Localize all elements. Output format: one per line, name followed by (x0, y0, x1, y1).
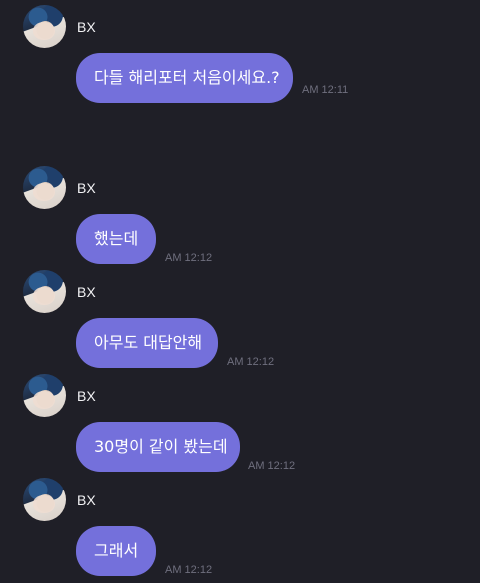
chat-thread: BX 다들 해리포터 처음이세요.? AM 12:11 BX 했는데 AM 12… (0, 0, 480, 583)
message-bubble[interactable]: 30명이 같이 봤는데 (76, 422, 240, 472)
sender-name: BX (77, 388, 96, 404)
avatar[interactable] (23, 166, 66, 209)
avatar[interactable] (23, 374, 66, 417)
message-bubble[interactable]: 아무도 대답안해 (76, 318, 218, 368)
sender-name: BX (77, 180, 96, 196)
avatar[interactable] (23, 270, 66, 313)
message-time: AM 12:12 (165, 252, 213, 264)
sender-name: BX (77, 19, 96, 35)
message-bubble[interactable]: 그래서 (76, 526, 156, 576)
message-time: AM 12:12 (227, 356, 275, 368)
message-time: AM 12:12 (165, 564, 213, 576)
sender-name: BX (77, 284, 96, 300)
message-time: AM 12:12 (248, 460, 296, 472)
sender-name: BX (77, 492, 96, 508)
avatar[interactable] (23, 5, 66, 48)
message-time: AM 12:11 (302, 84, 349, 96)
message-bubble[interactable]: 다들 해리포터 처음이세요.? (76, 53, 293, 103)
avatar[interactable] (23, 478, 66, 521)
message-bubble[interactable]: 했는데 (76, 214, 156, 264)
